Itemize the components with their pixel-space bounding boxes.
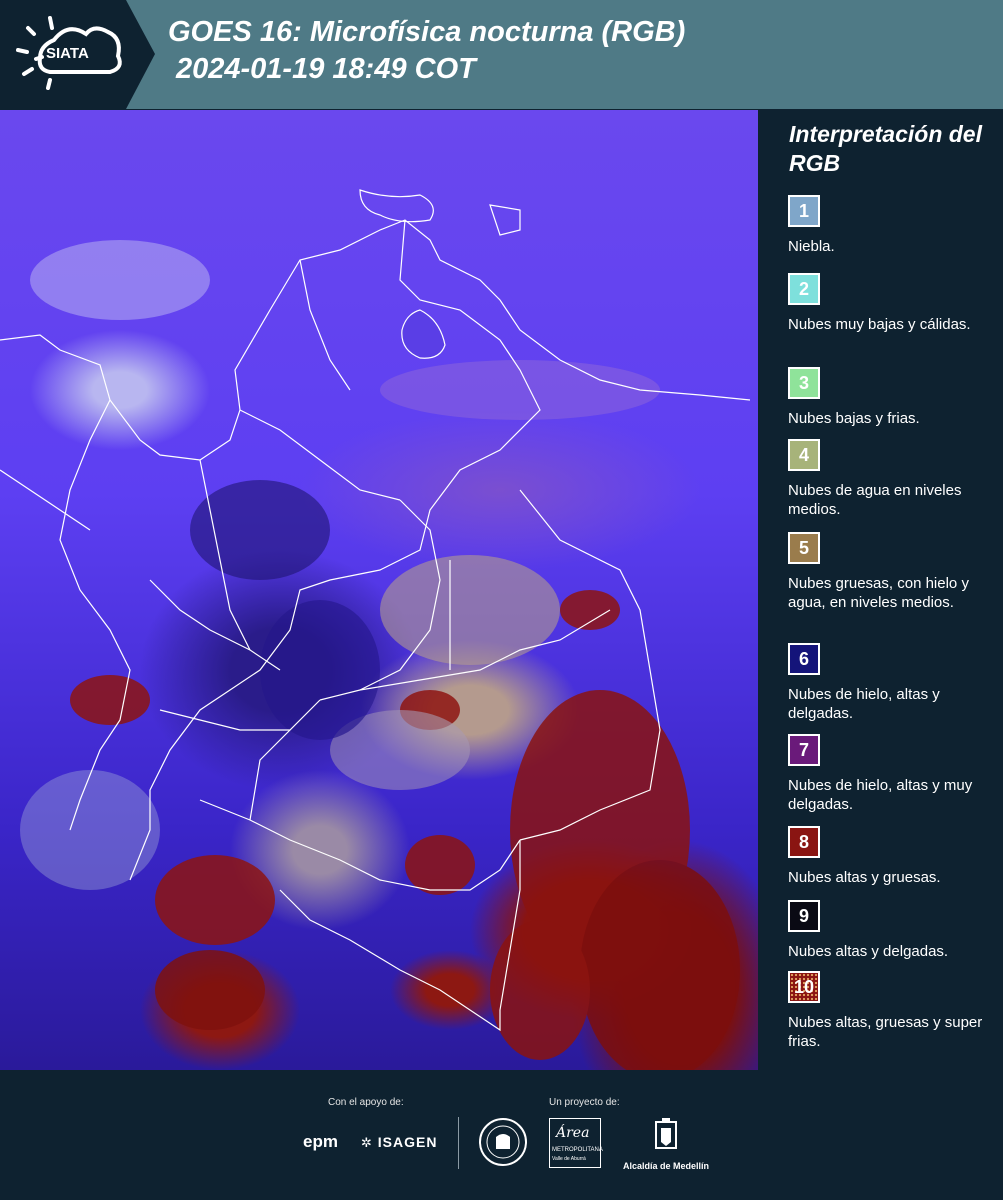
boundaries-overlay (0, 189, 751, 1070)
alcaldia-text: Alcaldía de Medellín (622, 1161, 710, 1171)
legend-swatch: 3 (788, 367, 820, 399)
area-logo-title: Área (556, 1125, 590, 1141)
legend-label: Nubes muy bajas y cálidas. (788, 316, 971, 333)
legend-item-2: 2 Nubes muy bajas y cálidas. (788, 273, 993, 334)
legend-item-9: 9 Nubes altas y delgadas. (788, 900, 993, 961)
header-bar: SIATA GOES 16: Microfísica nocturna (RGB… (0, 0, 1003, 109)
project-label: Un proyecto de: (549, 1097, 620, 1108)
legend-item-4: 4 Nubes de agua en niveles medios. (788, 439, 993, 519)
isagen-text: ISAGEN (377, 1134, 438, 1150)
legend-swatch: 1 (788, 195, 820, 227)
cloud-texture (20, 240, 740, 1070)
legend-label: Nubes altas, gruesas y super frias. (788, 1014, 983, 1050)
legend-swatch: 10 (788, 971, 820, 1003)
title-line-datetime: 2024-01-19 18:49 COT (176, 53, 476, 85)
isagen-logo: ✲ ISAGEN (361, 1134, 437, 1151)
legend-label: Niebla. (788, 238, 835, 255)
legend-item-5: 5 Nubes gruesas, con hielo y agua, en ni… (788, 532, 993, 612)
legend-swatch: 7 (788, 734, 820, 766)
logo-text: SIATA (46, 45, 89, 62)
legend-swatch: 2 (788, 273, 820, 305)
legend-swatch: 6 (788, 643, 820, 675)
legend-item-3: 3 Nubes bajas y frias. (788, 367, 993, 428)
legend-item-10: 10 Nubes altas, gruesas y super frias. (788, 971, 993, 1051)
area-metropolitana-logo: Área METROPOLITANA Valle de Aburrá (549, 1118, 603, 1168)
university-seal-icon (479, 1118, 527, 1166)
footer-divider (458, 1117, 459, 1169)
legend-item-1: 1 Niebla. (788, 195, 993, 256)
page-title: GOES 16: Microfísica nocturna (RGB) 2024… (168, 14, 685, 88)
legend-label: Nubes altas y gruesas. (788, 869, 941, 886)
legend-item-6: 6 Nubes de hielo, altas y delgadas. (788, 643, 993, 723)
coat-of-arms-icon (655, 1118, 677, 1149)
legend-item-8: 8 Nubes altas y gruesas. (788, 826, 993, 887)
siata-logo: SIATA (0, 0, 155, 109)
legend-label: Nubes gruesas, con hielo y agua, en nive… (788, 575, 969, 611)
area-logo-subtitle-2: Valle de Aburrá (552, 1156, 586, 1162)
legend-label: Nubes de hielo, altas y muy delgadas. (788, 777, 973, 813)
legend-label: Nubes de agua en niveles medios. (788, 482, 962, 518)
footer: Con el apoyo de: Un proyecto de: epm ✲ I… (0, 1070, 1003, 1200)
legend-label: Nubes de hielo, altas y delgadas. (788, 686, 940, 722)
legend-item-7: 7 Nubes de hielo, altas y muy delgadas. (788, 734, 993, 814)
rgb-legend: Interpretación del RGB 1 Niebla. 2 Nubes… (760, 110, 1003, 1070)
support-label: Con el apoyo de: (328, 1097, 404, 1108)
legend-swatch: 8 (788, 826, 820, 858)
alcaldia-medellin-logo: Alcaldía de Medellín (620, 1118, 712, 1171)
legend-title: Interpretación del RGB (789, 121, 982, 176)
isagen-star-icon: ✲ (361, 1135, 373, 1150)
legend-swatch: 9 (788, 900, 820, 932)
legend-label: Nubes bajas y frias. (788, 410, 920, 427)
title-line-product: GOES 16: Microfísica nocturna (RGB) (168, 16, 686, 48)
coastline-features (359, 189, 521, 359)
legend-label: Nubes altas y delgadas. (788, 943, 949, 960)
area-logo-subtitle: METROPOLITANA (552, 1147, 603, 1153)
legend-swatch: 4 (788, 439, 820, 471)
satellite-rgb-image (0, 110, 758, 1070)
legend-swatch: 5 (788, 532, 820, 564)
epm-logo: epm (303, 1132, 338, 1151)
